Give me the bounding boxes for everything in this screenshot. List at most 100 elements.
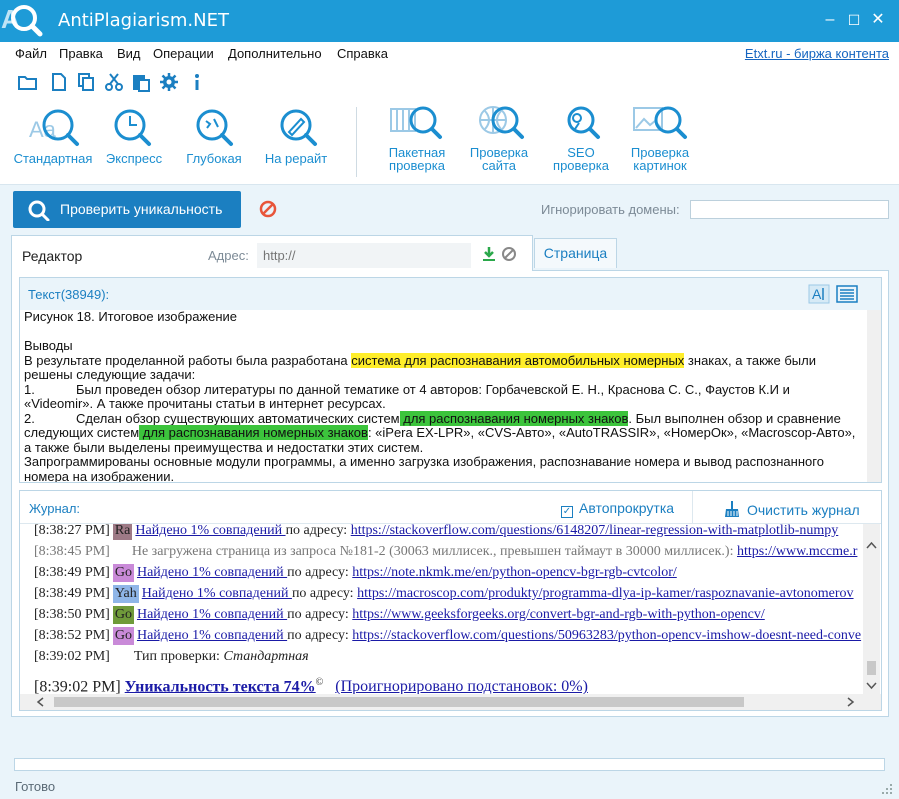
text-line: следующих систем для распознавания номер… xyxy=(24,425,856,440)
chevron-down-icon[interactable] xyxy=(863,679,880,693)
text-line: В результате проделанной работы была раз… xyxy=(24,352,816,368)
close-button[interactable]: ✕ xyxy=(866,8,890,32)
batch-check-button[interactable]: Пакетная проверка xyxy=(384,103,450,172)
copy-icon[interactable] xyxy=(76,72,96,92)
menu-bar: Файл Правка Вид Операции Дополнительно С… xyxy=(0,42,899,67)
source-url-link[interactable]: https://www.geeksforgeeks.org/convert-bg… xyxy=(352,607,765,622)
log-entry: [8:38:49 PM] Go Найдено 1% совпадений по а… xyxy=(34,564,677,582)
seo-check-button[interactable]: SEO проверка xyxy=(548,103,614,172)
cut-icon[interactable] xyxy=(104,72,124,92)
toolbar xyxy=(0,67,899,97)
search-engine-badge: Ra xyxy=(112,524,133,540)
tab-page[interactable]: Страница xyxy=(534,238,617,268)
search-icon xyxy=(28,200,50,221)
journal-panel: Журнал: ✓ Автопрокрутка Очистить журнал [… xyxy=(19,490,882,711)
log-entry: [8:39:02 PM] Тип проверки: Стандартная xyxy=(34,649,309,664)
match-link[interactable]: Найдено 1% совпадений xyxy=(137,607,287,622)
ignore-domains-input[interactable] xyxy=(690,200,889,219)
menu-help[interactable]: Справка xyxy=(337,46,388,61)
log-entry: [8:38:52 PM] Go Найдено 1% совпадений по а… xyxy=(34,627,862,645)
menu-view[interactable]: Вид xyxy=(117,46,141,61)
image-check-button[interactable]: Проверка картинок xyxy=(627,103,693,172)
ignored-substitutions-link[interactable]: (Проигнорировано подстановок: 0%) xyxy=(335,678,588,694)
search-engine-badge: Go xyxy=(112,627,134,645)
scroll-thumb[interactable] xyxy=(867,661,876,675)
highlight-match: для распознавания номерных знаков xyxy=(399,410,629,426)
chevron-right-icon[interactable] xyxy=(843,694,857,710)
journal-vertical-scrollbar[interactable] xyxy=(863,524,880,694)
text-editor[interactable]: Текст(38949): A Рисунок 18. Итоговое изо… xyxy=(19,277,882,483)
text-line: решены следующие задачи: xyxy=(24,367,196,382)
search-engine-badge: Go xyxy=(112,564,134,582)
font-format-icon[interactable]: A xyxy=(808,284,830,304)
site-check-button[interactable]: Проверка сайта xyxy=(466,103,532,172)
source-url-link[interactable]: https://www.mccme.r xyxy=(737,544,857,559)
window-title: AntiPlagiarism.NET xyxy=(58,10,229,31)
menu-operations[interactable]: Операции xyxy=(153,46,214,61)
check-express-button[interactable]: Экспресс xyxy=(102,103,166,165)
stop-icon[interactable] xyxy=(259,200,277,218)
journal-log[interactable]: [8:38:27 PM] Ra Найдено 1% совпадений по а… xyxy=(20,524,863,694)
settings-icon[interactable] xyxy=(159,72,179,92)
deep-check-icon xyxy=(196,109,233,146)
log-entry: [8:38:49 PM] Yah Найдено 1% совпадений по … xyxy=(34,585,854,603)
download-icon[interactable] xyxy=(481,246,497,262)
title-bar: A AntiPlagiarism.NET – ☐ ✕ xyxy=(0,0,899,42)
source-url-link[interactable]: https://stackoverflow.com/questions/6148… xyxy=(351,524,839,538)
text-line: а также были выделены преимущества и нед… xyxy=(24,439,424,455)
check-deep-button[interactable]: Глубокая xyxy=(182,103,246,165)
app-logo-icon: A xyxy=(1,4,43,37)
text-length-label: Текст(38949): xyxy=(28,287,110,302)
autoscroll-checkbox[interactable]: ✓ xyxy=(561,506,573,518)
info-icon[interactable] xyxy=(187,72,207,92)
source-url-link[interactable]: https://note.nkmk.me/en/python-opencv-bg… xyxy=(352,565,677,580)
minimize-button[interactable]: – xyxy=(818,8,842,32)
match-link[interactable]: Найдено 1% совпадений xyxy=(135,524,285,538)
journal-header-divider xyxy=(692,491,693,524)
seo-check-icon xyxy=(567,106,600,139)
rewrite-check-icon xyxy=(280,109,317,146)
check-uniqueness-button[interactable]: Проверить уникальность xyxy=(13,191,241,228)
text-view-icon[interactable] xyxy=(836,284,858,304)
scroll-thumb[interactable] xyxy=(54,697,744,707)
ribbon: Aa Стандартная Экспресс Глубокая На рера… xyxy=(0,97,899,185)
source-url-link[interactable]: https://stackoverflow.com/questions/5096… xyxy=(352,628,861,643)
text-scrollbar[interactable] xyxy=(867,310,881,482)
check-standard-button[interactable]: Aa Стандартная xyxy=(13,103,93,165)
uniqueness-result-link[interactable]: Уникальность текста 74% xyxy=(125,678,316,694)
svg-text:A: A xyxy=(812,286,822,302)
clear-address-icon[interactable] xyxy=(501,246,517,262)
autoscroll-toggle[interactable]: ✓ Автопрокрутка xyxy=(561,500,674,518)
text-content[interactable]: Рисунок 18. Итоговое изображение Выводы … xyxy=(24,310,867,482)
paste-icon[interactable] xyxy=(131,72,151,92)
image-check-icon xyxy=(633,106,687,139)
ribbon-separator xyxy=(356,107,357,177)
match-link[interactable]: Найдено 1% совпадений xyxy=(137,628,287,643)
menu-additional[interactable]: Дополнительно xyxy=(228,46,322,61)
text-line: Рисунок 18. Итоговое изображение xyxy=(24,310,238,324)
chevron-up-icon[interactable] xyxy=(863,538,880,552)
tab-editor[interactable]: Редактор Адрес: xyxy=(11,235,533,271)
text-line: 1. Был проведен обзор литературы по данно… xyxy=(24,381,790,397)
check-rewrite-button[interactable]: На рерайт xyxy=(262,103,330,165)
express-check-icon xyxy=(114,109,151,146)
source-url-link[interactable]: https://macroscop.com/produkty/programma… xyxy=(357,586,853,601)
progress-bar xyxy=(14,758,885,771)
text-line: Запрограммированы основные модули програ… xyxy=(24,454,824,469)
maximize-button[interactable]: ☐ xyxy=(842,8,866,32)
new-file-icon[interactable] xyxy=(49,72,69,92)
menu-edit[interactable]: Правка xyxy=(59,46,103,61)
resize-grip-icon[interactable] xyxy=(880,782,894,796)
search-engine-badge: Yah xyxy=(112,585,139,603)
chevron-left-icon[interactable] xyxy=(34,694,48,710)
journal-horizontal-scrollbar[interactable] xyxy=(20,694,881,710)
log-entry: [8:38:27 PM] Ra Найдено 1% совпадений по а… xyxy=(34,524,839,540)
text-line: «Videomir». А также прочитаны статьи в и… xyxy=(24,396,386,411)
clear-journal-button[interactable]: Очистить журнал xyxy=(723,500,860,518)
menu-file[interactable]: Файл xyxy=(15,46,47,61)
address-input[interactable] xyxy=(257,243,471,268)
etxt-link[interactable]: Etxt.ru - биржа контента xyxy=(745,46,889,61)
match-link[interactable]: Найдено 1% совпадений xyxy=(142,586,292,601)
match-link[interactable]: Найдено 1% совпадений xyxy=(137,565,287,580)
folder-open-icon[interactable] xyxy=(18,72,38,92)
